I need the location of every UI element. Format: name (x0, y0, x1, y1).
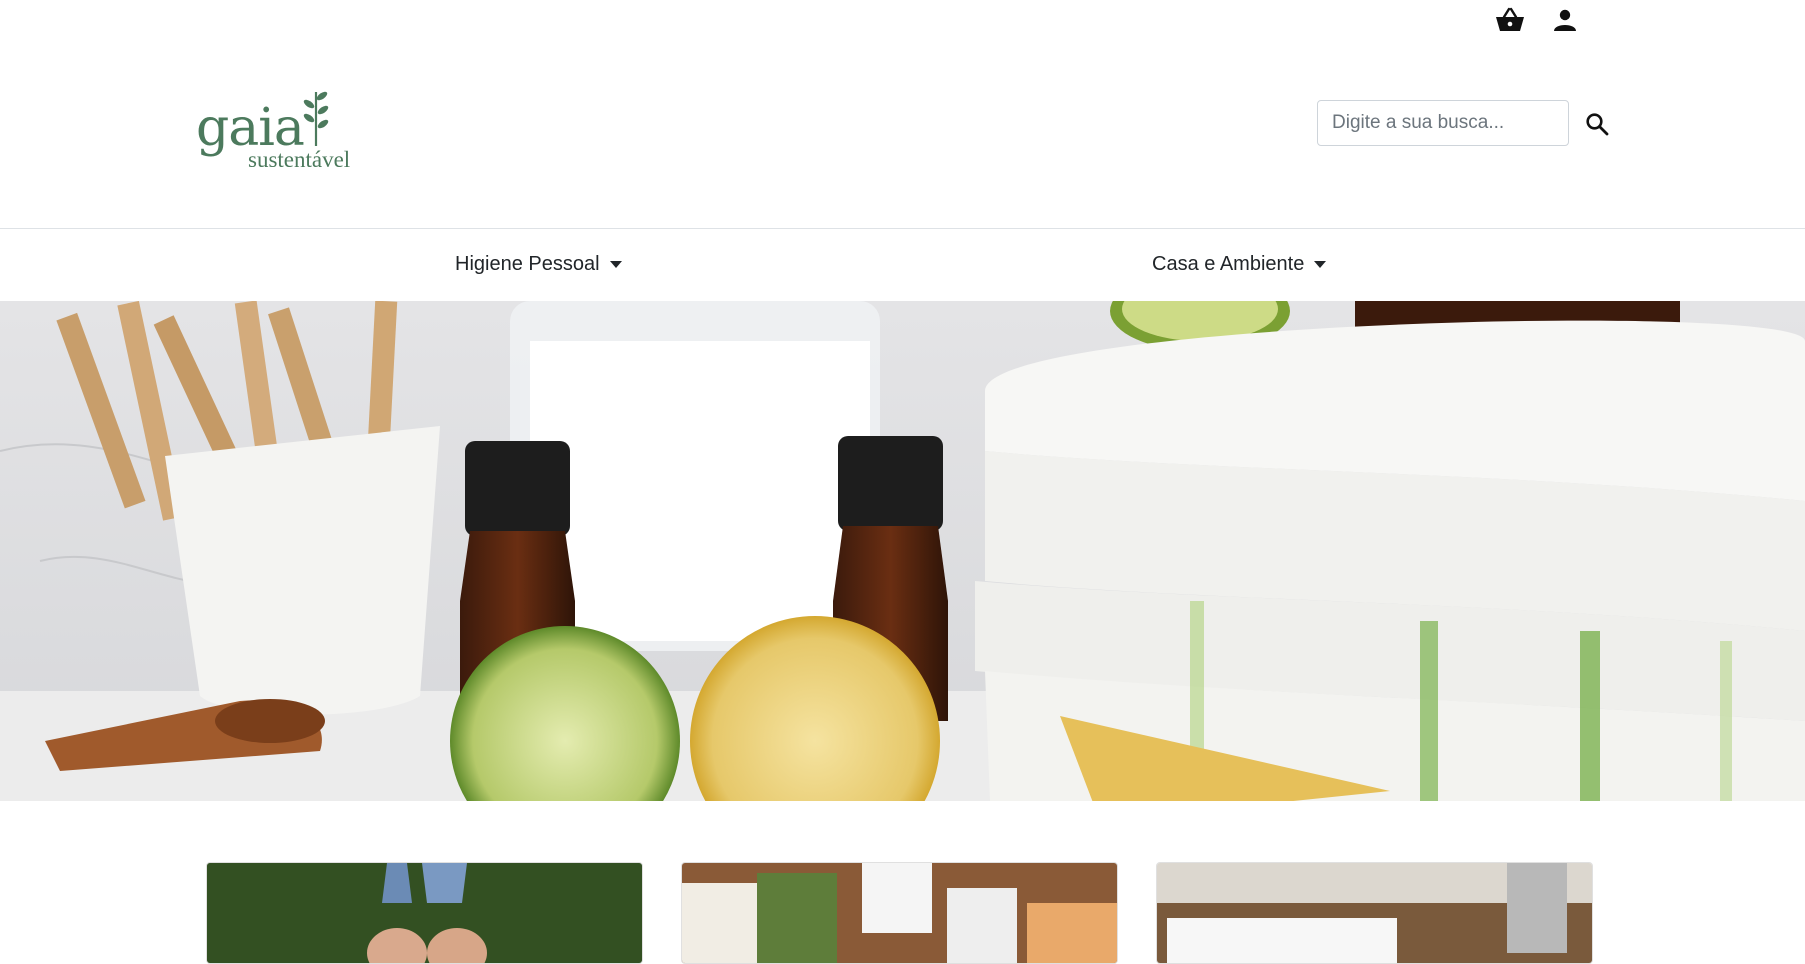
user-icon[interactable] (1549, 4, 1581, 36)
leaf-sprig-icon (303, 91, 329, 146)
product-card[interactable] (206, 862, 643, 964)
search-button[interactable] (1582, 109, 1612, 139)
hero-image (0, 301, 1805, 801)
shopping-basket-icon[interactable] (1494, 4, 1526, 36)
search-input[interactable] (1317, 100, 1569, 146)
caret-down-icon (1314, 261, 1327, 268)
search-icon (1586, 113, 1609, 136)
nav-dropdown-higiene-pessoal[interactable]: Higiene Pessoal (455, 253, 622, 276)
hero-banner (0, 301, 1805, 801)
product-image (1157, 863, 1592, 963)
category-nav: Higiene Pessoal Casa e Ambiente (0, 228, 1805, 301)
brand-logo[interactable]: gaia sustentável (196, 88, 366, 172)
nav-dropdown-casa-e-ambiente[interactable]: Casa e Ambiente (1152, 253, 1327, 276)
brand-tagline: sustentável (248, 147, 351, 172)
search-form (1317, 100, 1609, 146)
product-card[interactable] (1156, 862, 1593, 964)
caret-down-icon (609, 261, 622, 268)
product-image (682, 863, 1117, 963)
nav-label: Casa e Ambiente (1152, 253, 1305, 275)
top-bar (0, 0, 1805, 40)
product-image (207, 863, 642, 963)
site-header: gaia sustentável (0, 40, 1805, 228)
product-card[interactable] (681, 862, 1118, 964)
nav-label: Higiene Pessoal (455, 253, 600, 275)
product-cards (0, 862, 1805, 964)
